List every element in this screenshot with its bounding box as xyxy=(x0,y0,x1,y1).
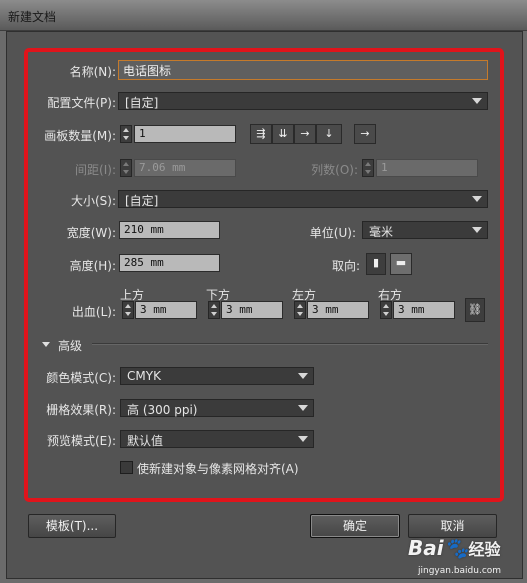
watermark-url: jingyan.baidu.com xyxy=(418,566,502,576)
window-title: 新建文档 xyxy=(8,10,57,24)
templates-button[interactable]: 模板(T)... xyxy=(28,514,116,538)
paw-icon: 🐾 xyxy=(443,536,469,560)
window-titlebar: 新建文档 xyxy=(0,0,527,31)
highlight-box xyxy=(24,48,504,502)
watermark-brand: Bai xyxy=(408,536,444,560)
cancel-button[interactable]: 取消 xyxy=(408,514,497,538)
baidu-watermark-logo: Bai🐾经验 xyxy=(408,536,501,560)
watermark-brand-suffix: 经验 xyxy=(468,540,501,559)
ok-button[interactable]: 确定 xyxy=(310,514,400,538)
